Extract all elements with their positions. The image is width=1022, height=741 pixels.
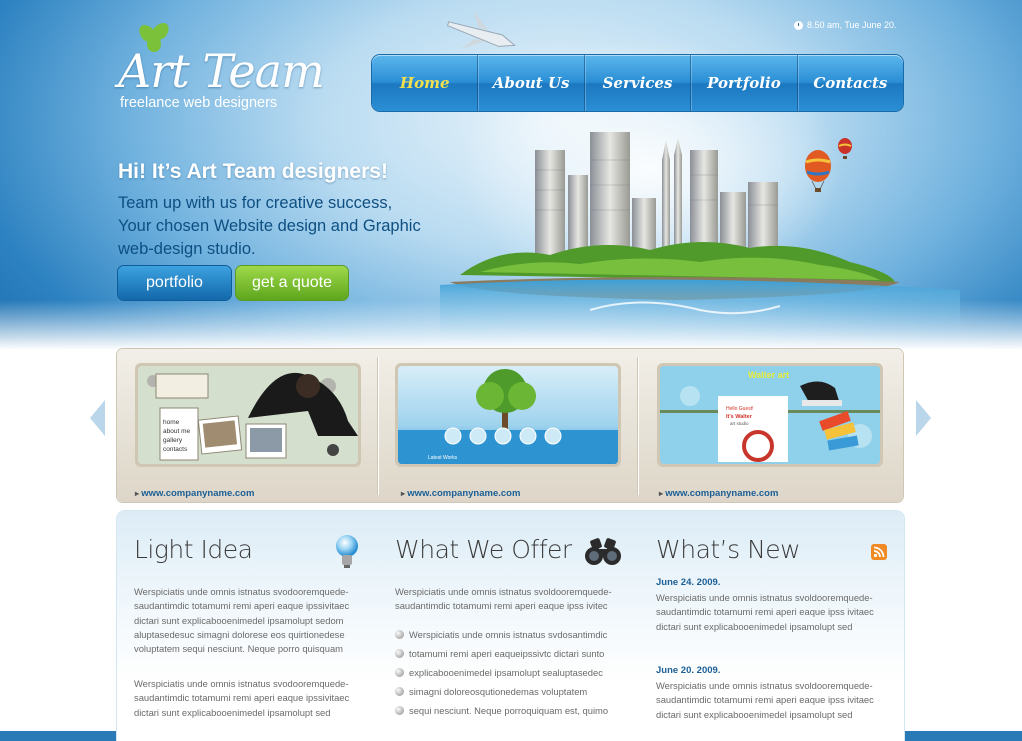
svg-text:home: home: [163, 419, 180, 426]
offer-list: Werspiciatis unde omnis istnatus svdosan…: [395, 629, 608, 724]
get-a-quote-button[interactable]: get a quote: [236, 266, 348, 300]
news-date: June 24. 2009.: [656, 577, 721, 588]
bullet-icon: [395, 649, 404, 658]
nav-contacts[interactable]: Contacts: [798, 55, 903, 111]
gallery-item[interactable]: home about me gallery contacts www.compa…: [135, 363, 361, 499]
logo-subtitle: freelance web designers: [120, 95, 278, 111]
rss-icon[interactable]: [871, 544, 887, 560]
nav-about-us[interactable]: About Us: [478, 55, 585, 111]
svg-text:Walter art: Walter art: [748, 370, 789, 380]
nav-services[interactable]: Services: [585, 55, 692, 111]
bullet-icon: [395, 630, 404, 639]
gallery-divider: [637, 357, 638, 495]
list-item: totamumi remi aperi eaqueipssivtc dictar…: [395, 648, 608, 667]
svg-text:contacts: contacts: [163, 446, 188, 453]
list-item: simagni doloreosqutionedemas voluptatem: [395, 686, 608, 705]
gallery-link[interactable]: www.companyname.com: [401, 488, 520, 499]
svg-text:Hello Guest!: Hello Guest!: [726, 406, 754, 412]
list-item: explicabooenimedel ipsamolupt sealuptase…: [395, 667, 608, 686]
info-panel: Light Idea Werspiciatis unde omnis istna…: [117, 511, 904, 741]
hero-text: Team up with us for creative success, Yo…: [118, 192, 478, 261]
light-idea-paragraph: Werspiciatis unde omnis istnatus svodoor…: [134, 586, 350, 655]
list-item-text: totamumi remi aperi eaqueipssivtc dictar…: [409, 648, 605, 659]
light-bulb-icon: [336, 535, 358, 568]
gallery-thumbnail: home about me gallery contacts: [138, 366, 358, 464]
gallery-divider: [377, 357, 378, 495]
hero-line: Team up with us for creative success,: [118, 194, 393, 212]
gallery-thumbnail: Latest Works: [398, 366, 618, 464]
news-date: June 20. 2009.: [656, 665, 721, 676]
what-we-offer-title: What We Offer: [395, 535, 572, 564]
logo-title: Art Team: [118, 44, 325, 98]
list-item-text: sequi nesciunt. Neque porroquiquam est, …: [409, 705, 609, 716]
arrow-right-icon[interactable]: [916, 400, 931, 436]
list-item-text: explicabooenimedel ipsamolupt sealuptase…: [409, 667, 603, 678]
arrow-left-icon[interactable]: [90, 400, 105, 436]
what-we-offer-paragraph: Werspiciatis unde omnis istnatus svoldoo…: [395, 586, 612, 612]
nav-home[interactable]: Home: [372, 55, 479, 111]
hero-line: web-design studio.: [118, 240, 256, 258]
gallery-thumbnail: Walter art Hello Guest! It's Walter art …: [660, 366, 880, 464]
svg-text:about me: about me: [163, 428, 190, 435]
list-item: Werspiciatis unde omnis istnatus svdosan…: [395, 629, 608, 648]
svg-text:Latest Works: Latest Works: [428, 455, 458, 461]
gallery-item[interactable]: Latest Works www.companyname.com: [395, 363, 621, 499]
list-item-text: simagni doloreosqutionedemas voluptatem: [409, 686, 588, 697]
gallery-item[interactable]: Walter art Hello Guest! It's Walter art …: [657, 363, 883, 499]
nav-portfolio[interactable]: Portfolio: [691, 55, 798, 111]
bullet-icon: [395, 706, 404, 715]
news-text: Werspiciatis unde omnis istnatus svoldoo…: [656, 592, 874, 632]
hero-line: Your chosen Website design and Graphic: [118, 217, 421, 235]
whats-new-title: What’s New: [656, 535, 801, 564]
news-text: Werspiciatis unde omnis istnatus svoldoo…: [656, 680, 874, 720]
bullet-icon: [395, 687, 404, 696]
light-idea-title: Light Idea: [134, 535, 253, 564]
light-idea-paragraph: Werspiciatis unde omnis istnatus svodoor…: [134, 678, 350, 718]
hot-air-balloon-icon: [838, 138, 852, 159]
gallery-link[interactable]: www.companyname.com: [659, 488, 778, 499]
list-item: sequi nesciunt. Neque porroquiquam est, …: [395, 705, 608, 724]
portfolio-button[interactable]: portfolio: [118, 266, 231, 300]
bullet-icon: [395, 668, 404, 677]
logo[interactable]: Art Team freelance web designers: [118, 19, 325, 117]
binoculars-icon: [585, 538, 621, 565]
list-item-text: Werspiciatis unde omnis istnatus svdosan…: [409, 629, 608, 640]
hero-title: Hi! It’s Art Team designers!: [118, 160, 388, 183]
portfolio-gallery: home about me gallery contacts www.compa…: [117, 349, 903, 502]
svg-text:art studio: art studio: [730, 421, 749, 426]
gallery-link[interactable]: www.companyname.com: [135, 488, 254, 499]
main-nav: Home About Us Services Portfolio Contact…: [372, 55, 903, 111]
svg-text:gallery: gallery: [163, 437, 183, 444]
svg-text:It's Walter: It's Walter: [726, 414, 753, 420]
